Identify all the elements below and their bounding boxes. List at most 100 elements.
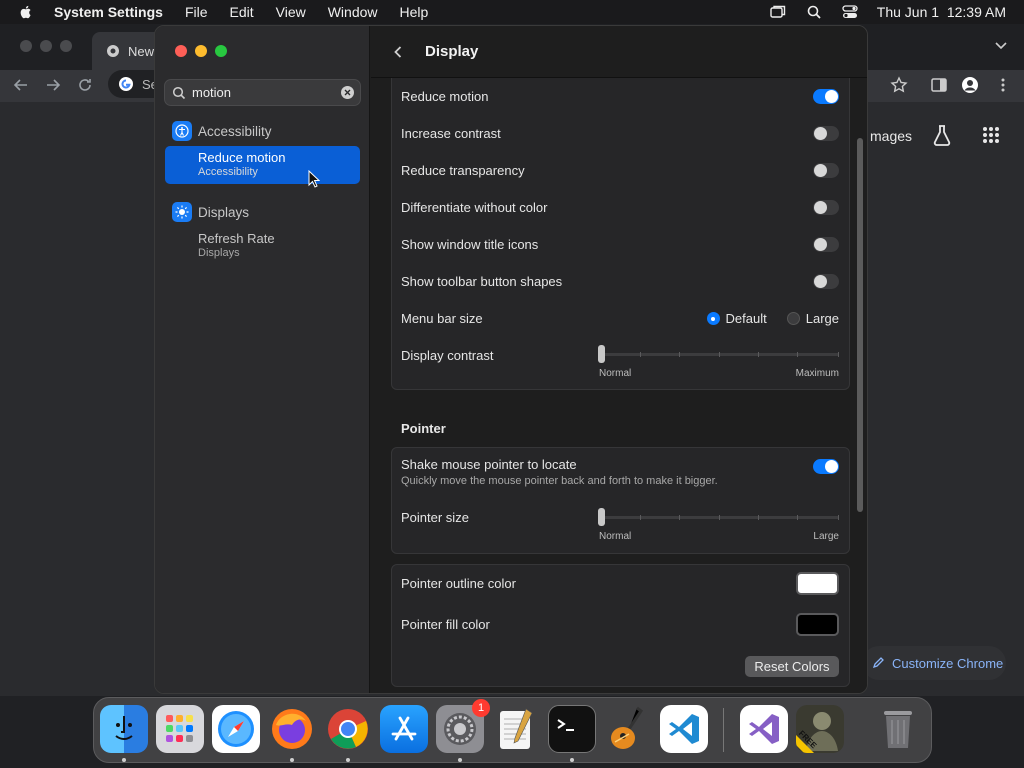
chrome-icon[interactable] xyxy=(324,705,372,753)
pointer-fill-color-well[interactable] xyxy=(796,612,839,636)
more-vertical-icon[interactable] xyxy=(994,76,1012,94)
dock: 1 FREE xyxy=(93,697,932,763)
back-arrow-icon[interactable] xyxy=(12,76,30,94)
radio-large[interactable] xyxy=(786,312,800,325)
setting-label: Increase contrast xyxy=(401,126,501,141)
shake-pointer-toggle[interactable] xyxy=(813,459,839,474)
setting-label: Menu bar size xyxy=(401,311,483,326)
search-icon xyxy=(172,86,186,99)
pencil-icon xyxy=(872,657,884,669)
setting-row-reduce-motion: Reduce motion xyxy=(392,78,849,115)
setting-row-toolbar-button-shapes: Show toolbar button shapes xyxy=(392,263,849,300)
menu-help[interactable]: Help xyxy=(400,4,429,20)
side-panel-icon[interactable] xyxy=(930,76,948,94)
visual-studio-icon[interactable] xyxy=(740,705,788,753)
reload-icon[interactable] xyxy=(76,76,94,94)
differentiate-without-color-toggle[interactable] xyxy=(813,200,839,215)
menu-view[interactable]: View xyxy=(276,4,306,20)
safari-icon[interactable] xyxy=(212,705,260,753)
profile-icon[interactable] xyxy=(961,76,979,94)
setting-row-shake-pointer: Shake mouse pointer to locate Quickly mo… xyxy=(392,448,849,492)
window-title-icons-toggle[interactable] xyxy=(813,237,839,252)
reduce-transparency-toggle[interactable] xyxy=(813,163,839,178)
pointer-outline-color-well[interactable] xyxy=(796,571,839,595)
firefox-icon[interactable] xyxy=(268,705,316,753)
forward-arrow-icon[interactable] xyxy=(44,76,62,94)
window-traffic-lights xyxy=(175,45,227,57)
setting-row-increase-contrast: Increase contrast xyxy=(392,115,849,152)
textedit-icon[interactable] xyxy=(492,705,540,753)
result-refresh-rate[interactable]: Refresh Rate Displays xyxy=(165,227,360,265)
search-input[interactable]: motion xyxy=(192,85,231,100)
result-group-accessibility: Accessibility xyxy=(172,121,272,141)
garageband-icon[interactable] xyxy=(604,705,652,753)
setting-label: Show window title icons xyxy=(401,237,539,252)
main-scrollbar[interactable] xyxy=(857,138,863,512)
result-title: Reduce motion xyxy=(198,150,286,165)
reduce-motion-toggle[interactable] xyxy=(813,89,839,104)
setting-label: Differentiate without color xyxy=(401,200,548,215)
display-settings-card: Reduce motion Increase contrast Reduce t… xyxy=(391,78,850,390)
app-store-icon[interactable] xyxy=(380,705,428,753)
launchpad-icon[interactable] xyxy=(156,705,204,753)
trash-icon[interactable] xyxy=(874,705,922,753)
result-group-title: Displays xyxy=(198,204,250,220)
images-link[interactable]: mages xyxy=(870,128,912,144)
settings-main-pane: Display Reduce motion Increase contrast … xyxy=(371,26,867,693)
minimize-window-button[interactable] xyxy=(195,45,207,57)
customize-chrome-button[interactable]: Customize Chrome xyxy=(862,646,1006,680)
setting-row-pointer-outline: Pointer outline color xyxy=(392,565,849,601)
labs-flask-icon[interactable] xyxy=(932,124,952,146)
vscode-icon[interactable] xyxy=(660,705,708,753)
setting-row-window-title-icons: Show window title icons xyxy=(392,226,849,263)
setting-row-pointer-fill: Pointer fill color xyxy=(392,606,849,642)
result-group-title: Accessibility xyxy=(198,123,272,139)
apple-icon[interactable] xyxy=(18,4,34,20)
menu-clock[interactable]: Thu Jun 1 12:39 AM xyxy=(877,4,1006,20)
reset-colors-button[interactable]: Reset Colors xyxy=(745,656,839,677)
setting-description: Quickly move the mouse pointer back and … xyxy=(401,475,718,487)
back-chevron-icon[interactable] xyxy=(391,45,405,59)
pointer-size-slider[interactable] xyxy=(598,507,839,527)
pointer-color-card: Pointer outline color Pointer fill color… xyxy=(391,564,850,687)
bookmark-star-icon[interactable] xyxy=(890,76,908,94)
control-center-icon[interactable] xyxy=(841,4,859,20)
chevron-down-icon[interactable] xyxy=(994,38,1008,52)
menu-edit[interactable]: Edit xyxy=(230,4,254,20)
setting-row-menu-bar-size: Menu bar size Default Large xyxy=(392,300,849,337)
notification-badge: 1 xyxy=(472,699,490,717)
toolbar-button-shapes-toggle[interactable] xyxy=(813,274,839,289)
setting-label: Show toolbar button shapes xyxy=(401,274,563,289)
menu-window[interactable]: Window xyxy=(328,4,378,20)
displays-sun-icon xyxy=(172,202,192,222)
radio-large-label[interactable]: Large xyxy=(806,311,839,326)
dock-separator xyxy=(723,708,724,752)
setting-row-reduce-transparency: Reduce transparency xyxy=(392,152,849,189)
window-icon[interactable] xyxy=(769,4,787,20)
display-contrast-slider[interactable] xyxy=(598,344,839,364)
display-contrast-thumb[interactable] xyxy=(598,345,605,363)
result-reduce-motion[interactable]: Reduce motion Accessibility xyxy=(165,146,360,184)
clear-search-icon[interactable] xyxy=(341,86,354,99)
radio-default-label[interactable]: Default xyxy=(726,311,767,326)
pointer-size-max-label: Large xyxy=(813,531,839,542)
result-subtitle: Accessibility xyxy=(198,166,258,178)
menu-file[interactable]: File xyxy=(185,4,208,20)
settings-search-field[interactable]: motion xyxy=(164,79,361,106)
setting-label: Reduce transparency xyxy=(401,163,525,178)
spotlight-search-icon[interactable] xyxy=(805,4,823,20)
increase-contrast-toggle[interactable] xyxy=(813,126,839,141)
close-window-button[interactable] xyxy=(175,45,187,57)
customize-chrome-label: Customize Chrome xyxy=(892,655,1004,671)
finder-icon[interactable] xyxy=(100,705,148,753)
apps-grid-icon[interactable] xyxy=(982,126,1000,144)
terminal-icon[interactable] xyxy=(548,705,596,753)
menu-app-name[interactable]: System Settings xyxy=(54,4,163,20)
game-app-icon[interactable]: FREE xyxy=(796,705,844,753)
radio-default[interactable] xyxy=(706,312,720,325)
system-settings-icon[interactable]: 1 xyxy=(436,699,490,753)
zoom-window-button[interactable] xyxy=(215,45,227,57)
pointer-size-thumb[interactable] xyxy=(598,508,605,526)
chrome-traffic-lights xyxy=(20,40,72,52)
settings-sidebar: motion Accessibility Reduce motion Acces… xyxy=(155,26,370,693)
